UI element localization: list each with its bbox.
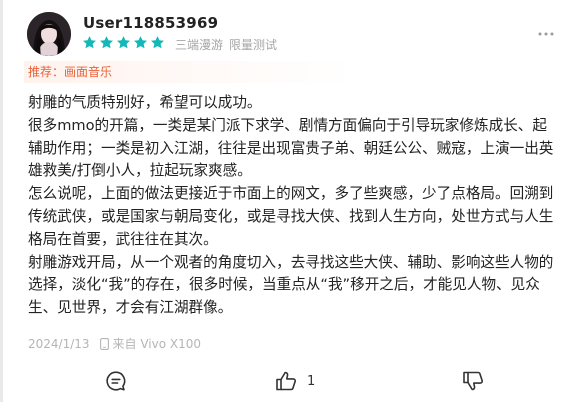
review-meta: 2024/1/13 来自 Vivo X100	[28, 335, 201, 352]
review-content: 射雕的气质特别好，希望可以成功。 很多mmo的开篇，一类是某门派下求学、剧情方面…	[28, 92, 556, 320]
user-tags: 三端漫游 限量测试	[175, 36, 277, 53]
user-tag: 三端漫游	[175, 38, 224, 52]
avatar[interactable]	[27, 12, 71, 56]
star-icon	[134, 36, 147, 49]
action-bar: 1	[3, 368, 570, 396]
thumbs-up-icon	[276, 371, 296, 391]
star-icon	[117, 36, 130, 49]
username[interactable]: User118853969	[83, 14, 218, 32]
recommend-tag: 推荐：画面音乐	[24, 61, 570, 83]
review-device: 来自 Vivo X100	[112, 337, 202, 351]
phone-icon	[99, 337, 109, 350]
star-rating	[82, 35, 165, 50]
star-icon	[83, 36, 96, 49]
review-card: User118853969 三端漫游 限量测试 推荐：画面音乐 射雕的气质特别好，…	[0, 0, 570, 402]
review-date: 2024/1/13	[28, 336, 90, 351]
star-icon	[100, 36, 113, 49]
like-count: 1	[307, 373, 316, 389]
star-icon	[151, 36, 164, 49]
user-tag: 限量测试	[229, 38, 278, 52]
more-dots-icon	[538, 32, 554, 36]
review-paragraph: 射雕游戏开局，从一个观者的角度切入，去寻找这些大侠、辅助、影响这些人物的选择，淡…	[28, 253, 554, 317]
review-paragraph: 很多mmo的开篇，一类是某门派下求学、剧情方面偏向于引导玩家修炼成长、起辅助作用…	[28, 116, 554, 180]
review-paragraph: 射雕的气质特别好，希望可以成功。	[28, 94, 262, 111]
thumbs-down-icon	[463, 371, 483, 391]
dislike-button[interactable]	[462, 368, 486, 394]
comment-button[interactable]	[105, 368, 127, 394]
comment-icon	[106, 371, 126, 391]
review-paragraph: 怎么说呢，上面的做法更接近于市面上的网文，多了些爽感，少了点格局。回溯到传统武侠…	[28, 185, 554, 248]
like-button[interactable]: 1	[275, 368, 315, 394]
more-options-button[interactable]	[536, 26, 556, 42]
avatar-image	[27, 12, 71, 56]
